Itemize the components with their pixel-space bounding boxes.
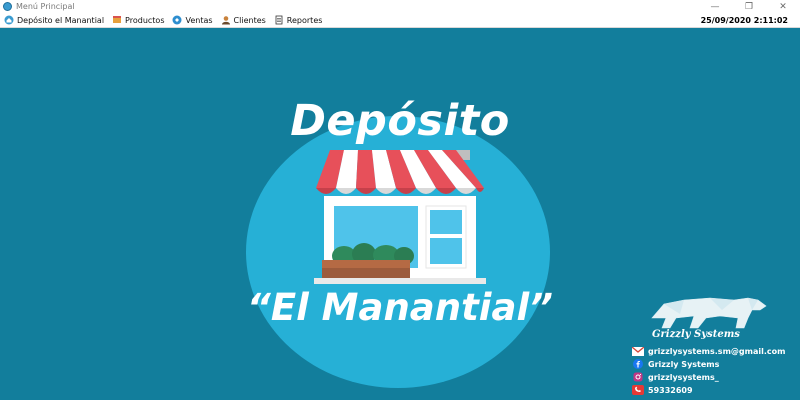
minimize-button[interactable]: — [698, 0, 732, 13]
phone-icon [632, 385, 644, 395]
menu-item-reportes[interactable]: Reportes [270, 13, 327, 28]
title-bar: Menú Principal — ❐ ✕ [0, 0, 800, 13]
brand-title: Depósito [290, 96, 510, 146]
menu-item-productos[interactable]: Productos [108, 13, 168, 28]
contact-instagram: grizzlysystems_ [632, 371, 785, 383]
products-icon [112, 15, 122, 25]
contact-phone: 59332609 [632, 384, 785, 396]
menu-item-label: Clientes [233, 15, 266, 25]
email-icon [632, 346, 644, 356]
clients-icon [221, 15, 231, 25]
menu-item-label: Reportes [286, 15, 323, 25]
menu-bar: Depósito el Manantial Productos Ventas C… [0, 13, 800, 28]
maximize-button[interactable]: ❐ [732, 0, 766, 13]
menu-item-label: Productos [125, 15, 165, 25]
contact-facebook: Grizzly Systems [632, 358, 785, 370]
contact-text: 59332609 [648, 385, 693, 395]
menu-item-ventas[interactable]: Ventas [168, 13, 216, 28]
store-icon [308, 148, 492, 293]
grizzly-name: Grizzly Systems [652, 329, 740, 340]
contact-text: Grizzly Systems [648, 359, 720, 369]
reports-icon [274, 15, 284, 25]
menu-item-label: Depósito el Manantial [17, 15, 105, 25]
instagram-icon [632, 372, 644, 382]
contact-text: grizzlysystems_ [648, 372, 719, 382]
datetime-display: 25/09/2020 2:11:02 [700, 16, 788, 25]
app-icon [3, 2, 12, 11]
window-title: Menú Principal [16, 2, 75, 11]
menu-item-deposito[interactable]: Depósito el Manantial [0, 13, 108, 28]
menu-item-clientes[interactable]: Clientes [217, 13, 270, 28]
app-circle-icon [4, 15, 14, 25]
window-controls: — ❐ ✕ [698, 0, 800, 13]
close-button[interactable]: ✕ [766, 0, 800, 13]
menu-item-label: Ventas [185, 15, 213, 25]
contact-text: grizzlysystems.sm@gmail.com [648, 346, 786, 356]
facebook-icon [632, 359, 644, 369]
main-area: Depósito “El Manantial” Grizzly Systems … [0, 28, 800, 400]
contact-email: grizzlysystems.sm@gmail.com [632, 345, 785, 357]
contact-list: grizzlysystems.sm@gmail.com Grizzly Syst… [632, 345, 785, 397]
sales-icon [172, 15, 182, 25]
